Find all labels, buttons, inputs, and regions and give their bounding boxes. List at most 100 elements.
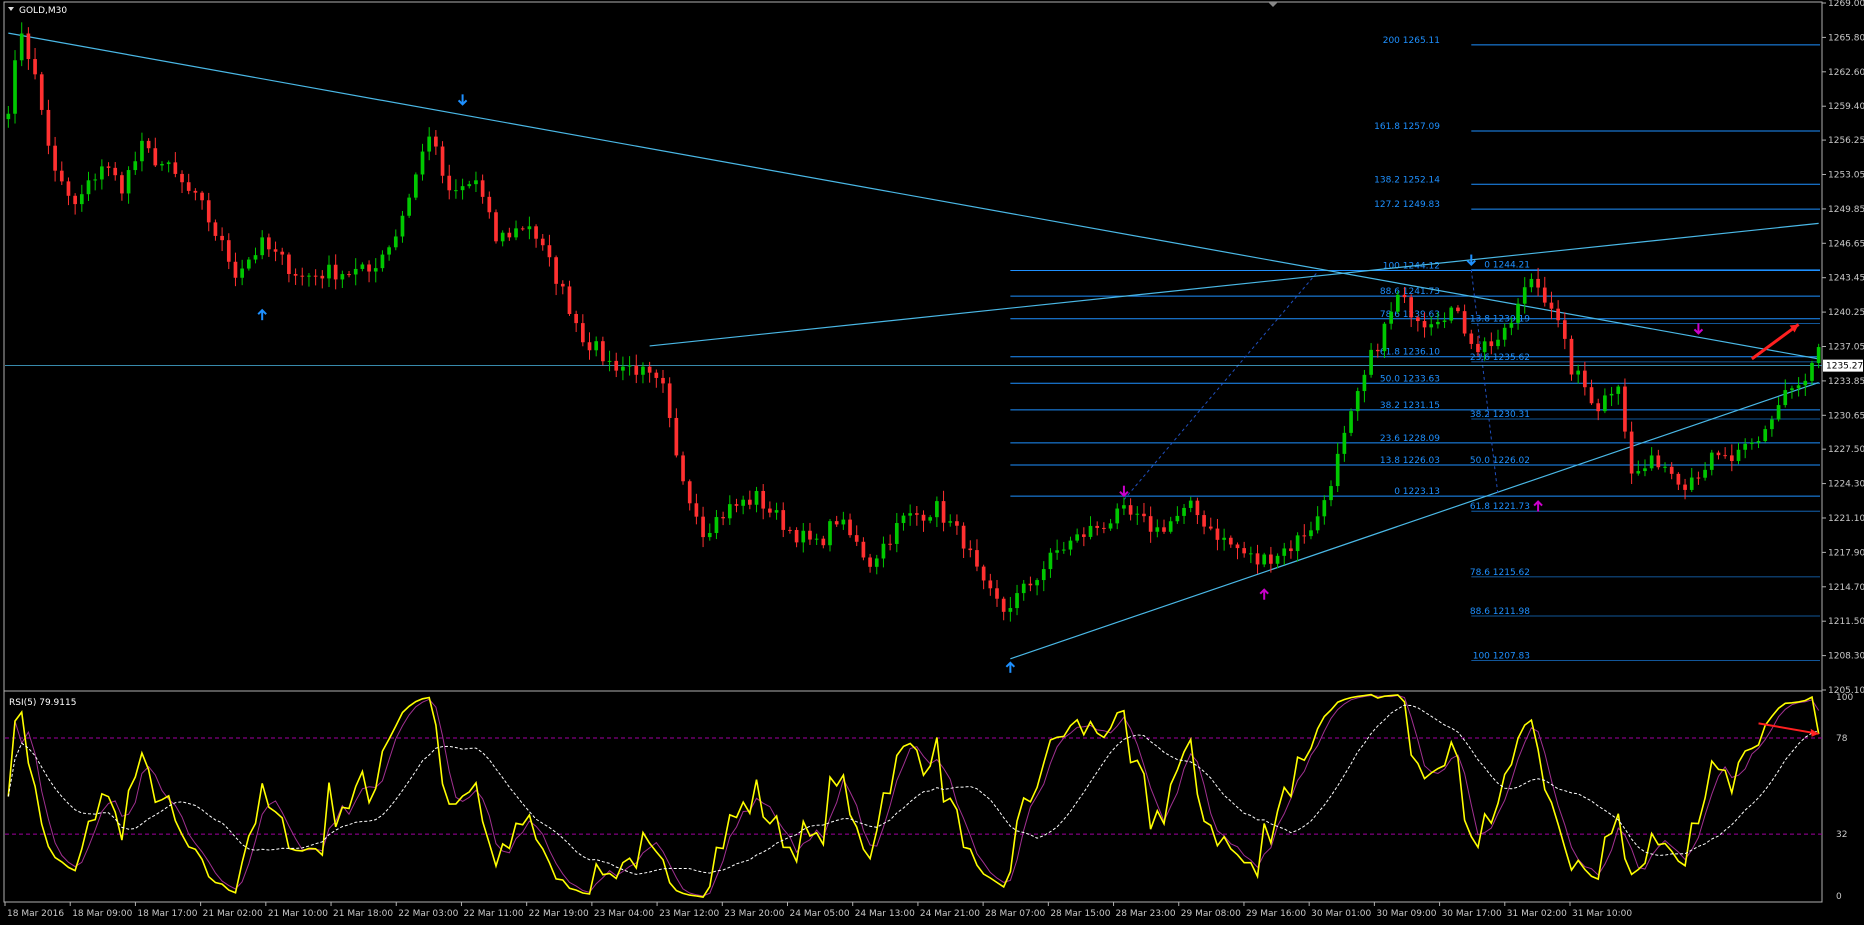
time-tick-label: 23 Mar 20:00 [724,909,784,919]
candle-body [1656,455,1661,468]
candle-body [614,360,619,371]
candle-body [721,517,725,519]
candle-body [300,275,305,277]
candle-body [707,533,712,538]
candle-body [1556,308,1560,321]
candle-body [1763,429,1768,442]
candle-body [1536,278,1540,288]
price-tick-label: 1240.25 [1828,308,1864,318]
price-tick-label: 1233.85 [1828,377,1864,387]
candle-body [935,501,939,518]
fibo-level-label: 50.0 1233.63 [1380,374,1440,384]
candle-body [1028,583,1033,586]
candle-body [166,162,171,165]
candle-body [1589,387,1594,404]
candle-body [627,365,632,367]
price-tick-label: 1253.05 [1828,170,1864,180]
candle-body [674,417,679,456]
candle-body [480,180,485,197]
candle-body [13,60,17,114]
candle-body [320,275,325,279]
candle-body [1743,443,1748,450]
candle-body [1228,537,1233,545]
price-tick-label: 1211.50 [1828,617,1864,627]
candle-body [981,566,986,581]
candle-body [547,245,552,258]
candle-body [881,543,886,559]
fibo-right-label: 61.8 1221.73 [1470,502,1530,512]
candle-body [921,514,926,521]
time-tick-label: 30 Mar 01:00 [1311,909,1371,919]
candle-body [1770,419,1774,430]
time-tick-label: 30 Mar 17:00 [1442,909,1502,919]
candle-body [100,166,104,180]
candle-body [333,264,338,280]
candle-body [1750,442,1754,444]
candle-body [427,136,432,152]
candle-body [273,249,278,252]
time-tick-label: 28 Mar 07:00 [985,909,1045,919]
time-tick-label: 21 Mar 10:00 [268,909,328,919]
candle-body [1329,486,1333,501]
candle-body [59,170,64,182]
candle-body [79,194,84,205]
candle-body [200,192,204,201]
candle-body [260,237,265,256]
candle-body [968,548,973,551]
candle-body [246,259,251,269]
fibo-extension-label: 138.2 1252.14 [1374,175,1440,185]
candle-body [1115,508,1120,524]
candle-body [1315,516,1320,531]
candle-body [1369,349,1373,375]
candle-body [380,254,385,269]
time-tick-label: 24 Mar 05:00 [790,909,850,919]
candle-body [1449,307,1454,321]
candle-body [287,254,291,274]
price-tick-label: 1269.00 [1828,0,1864,9]
fibo-level-label: 61.8 1236.10 [1380,348,1440,358]
candle-body [347,274,351,276]
fibo-level-label: 13.8 1226.03 [1380,456,1440,466]
candle-body [1776,405,1781,420]
candle-body [868,557,872,567]
candle-body [1623,386,1627,432]
candle-body [1108,523,1113,529]
fibo-right-label: 50.0 1226.02 [1470,456,1530,466]
fibo-extension-label: 161.8 1257.09 [1374,122,1440,132]
price-tick-label: 1217.90 [1828,548,1864,558]
candle-body [560,283,565,287]
candle-body [754,490,759,505]
candle-body [1235,544,1240,549]
candle-body [1736,449,1741,462]
candle-body [580,323,585,343]
candle-body [413,174,418,198]
candle-body [714,517,719,534]
candle-body [915,513,919,515]
candle-body [1015,593,1019,609]
candle-body [1195,500,1200,516]
candle-body [1208,526,1213,529]
candle-body [280,251,285,255]
candle-body [1168,521,1173,532]
candle-body [741,499,745,506]
candle-body [854,535,859,542]
candle-body [788,529,792,531]
candle-body [460,186,465,191]
candle-body [1095,525,1100,528]
candle-body [353,268,358,275]
fibo-right-label: 13.8 1239.19 [1470,314,1530,324]
candle-body [1476,343,1480,353]
candle-body [1663,466,1667,468]
candle-body [1529,278,1534,288]
candle-body [1583,370,1587,388]
candle-body [307,275,311,277]
candle-body [801,530,806,543]
candle-body [794,529,799,543]
candle-body [206,200,211,223]
candle-body [454,190,458,192]
candle-body [474,180,478,185]
candle-body [1516,303,1520,323]
candle-body [1629,431,1634,474]
candle-body [1289,548,1293,552]
candle-body [1001,598,1006,612]
